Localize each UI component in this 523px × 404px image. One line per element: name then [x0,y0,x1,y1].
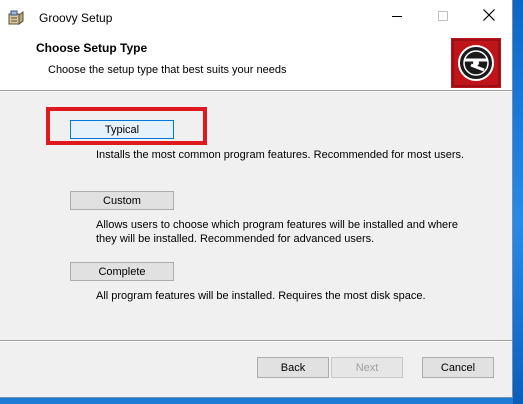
header-divider [0,90,512,92]
maximize-icon [438,8,448,26]
disc-logo-icon [451,38,501,88]
close-button[interactable] [466,0,512,33]
page-title: Choose Setup Type [36,41,148,55]
setup-window: Groovy Setup Choose Setup Type Choose th… [0,0,513,398]
minimize-button[interactable] [374,0,420,33]
minimize-icon [392,8,402,26]
next-button[interactable]: Next [331,357,403,378]
custom-description: Allows users to choose which program fea… [96,219,458,245]
window-title: Groovy Setup [39,11,113,25]
complete-button[interactable]: Complete [70,262,174,281]
desktop-background [513,0,523,404]
back-button[interactable]: Back [257,357,329,378]
title-bar[interactable]: Groovy Setup [0,0,512,33]
close-icon [483,8,495,26]
installer-package-icon [8,9,24,25]
complete-description: All program features will be installed. … [96,290,426,302]
footer-divider [0,340,512,342]
typical-description: Installs the most common program feature… [96,149,465,161]
custom-button[interactable]: Custom [70,191,174,210]
page-subtitle: Choose the setup type that best suits yo… [48,64,287,76]
cancel-button[interactable]: Cancel [422,357,494,378]
maximize-button[interactable] [420,0,466,33]
header-banner: Choose Setup Type Choose the setup type … [0,33,512,90]
typical-button[interactable]: Typical [70,120,174,139]
